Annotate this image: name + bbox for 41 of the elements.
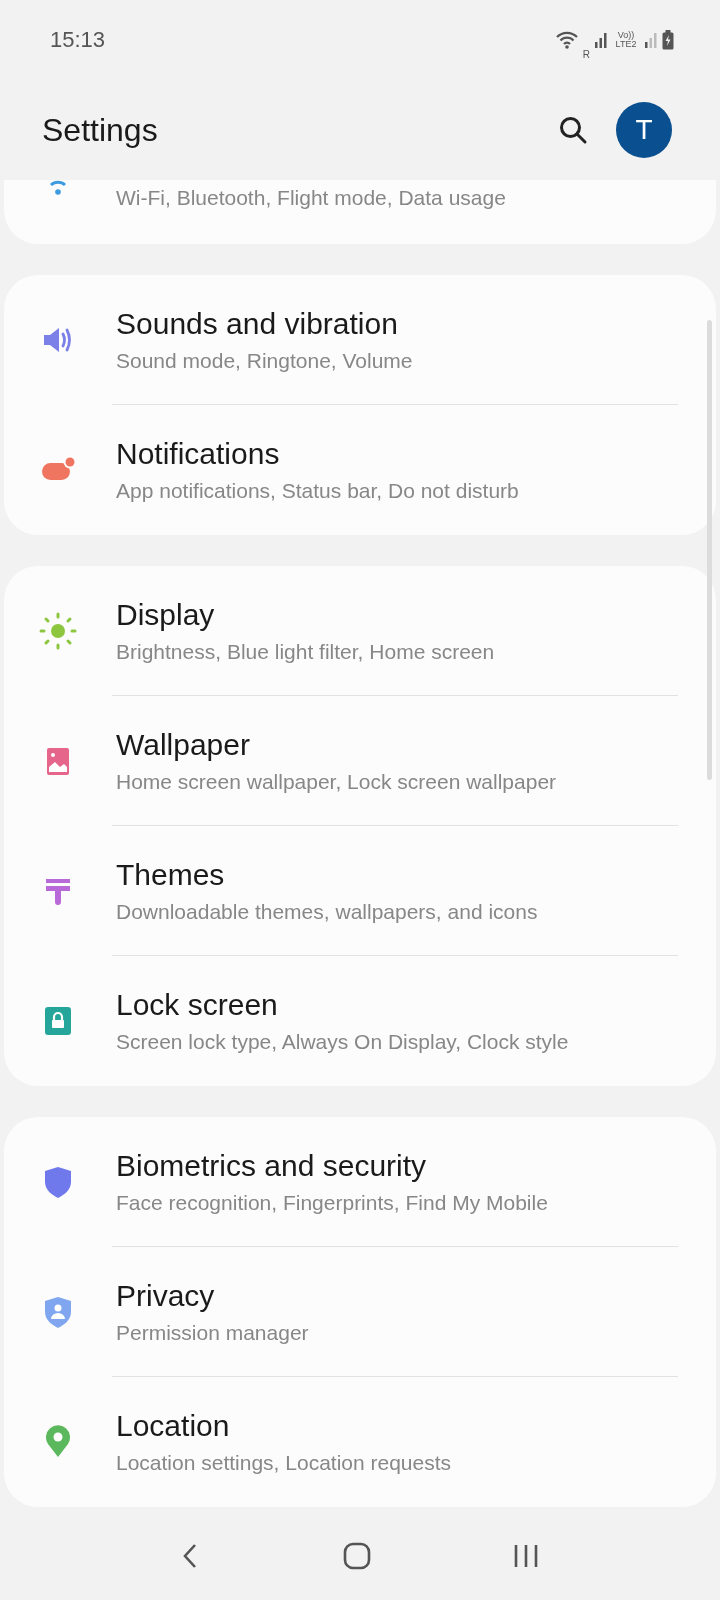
signal-icon bbox=[594, 31, 608, 49]
item-subtitle: Wi-Fi, Bluetooth, Flight mode, Data usage bbox=[116, 186, 506, 210]
account-avatar[interactable]: T bbox=[616, 102, 672, 158]
item-title: Themes bbox=[116, 858, 226, 892]
settings-item[interactable]: Wallpaper Home screen wallpaper, Lock screen wallpaper bbox=[4, 696, 716, 826]
battery-icon bbox=[662, 30, 674, 50]
wifi-icon bbox=[554, 31, 579, 49]
item-title: Location bbox=[116, 1409, 231, 1443]
settings-item[interactable]: Sounds and vibration Sound mode, Ringtone, Volume bbox=[4, 275, 716, 405]
home-icon[interactable] bbox=[342, 1541, 372, 1571]
item-subtitle: Face recognition, Fingerprints, Find My Mobile bbox=[116, 1191, 548, 1215]
item-subtitle: Screen lock type, Always On Display, Clock style bbox=[116, 1030, 569, 1054]
network-label: Vo)) LTE2 bbox=[614, 31, 638, 49]
signal-icon bbox=[644, 31, 658, 49]
item-title: Lock screen bbox=[116, 988, 279, 1022]
item-subtitle: Brightness, Blue light filter, Home screen bbox=[116, 640, 495, 664]
item-subtitle: Sound mode, Ringtone, Volume bbox=[116, 349, 413, 373]
status-time: 15:13 bbox=[50, 27, 106, 53]
settings-item[interactable]: Wi-Fi, Bluetooth, Flight mode, Data usage bbox=[4, 180, 716, 244]
item-title: Display bbox=[116, 598, 216, 632]
item-subtitle: Home screen wallpaper, Lock screen wallpaper bbox=[116, 770, 557, 794]
item-subtitle: Location settings, Location requests bbox=[116, 1451, 452, 1475]
item-subtitle: Downloadable themes, wallpapers, and icons bbox=[116, 900, 538, 924]
settings-item[interactable]: Lock screen Screen lock type, Always On Display, Clock style bbox=[4, 956, 716, 1086]
roaming-label: R bbox=[582, 48, 590, 60]
scrollbar[interactable] bbox=[707, 320, 712, 780]
settings-item[interactable]: Display Brightness, Blue light filter, Home screen bbox=[4, 566, 716, 696]
settings-item[interactable]: Notifications App notifications, Status bar, Do not disturb bbox=[4, 405, 716, 535]
search-icon[interactable] bbox=[558, 115, 588, 145]
settings-item[interactable]: Themes Downloadable themes, wallpapers, and icons bbox=[4, 826, 716, 956]
settings-item[interactable]: Privacy Permission manager bbox=[4, 1247, 716, 1377]
settings-item[interactable]: Biometrics and security Face recognition, Fingerprints, Find My Mobile bbox=[4, 1117, 716, 1247]
item-subtitle: Permission manager bbox=[116, 1321, 309, 1345]
item-subtitle: App notifications, Status bar, Do not disturb bbox=[116, 479, 519, 503]
item-title: Sounds and vibration bbox=[116, 307, 399, 341]
item-title: Wallpaper bbox=[116, 728, 251, 762]
item-title: Notifications bbox=[116, 437, 281, 471]
item-title: Biometrics and security bbox=[116, 1149, 428, 1183]
page-title: Settings bbox=[42, 111, 159, 149]
item-title: Privacy bbox=[116, 1279, 216, 1313]
settings-item[interactable]: Location Location settings, Location requests bbox=[4, 1377, 716, 1507]
